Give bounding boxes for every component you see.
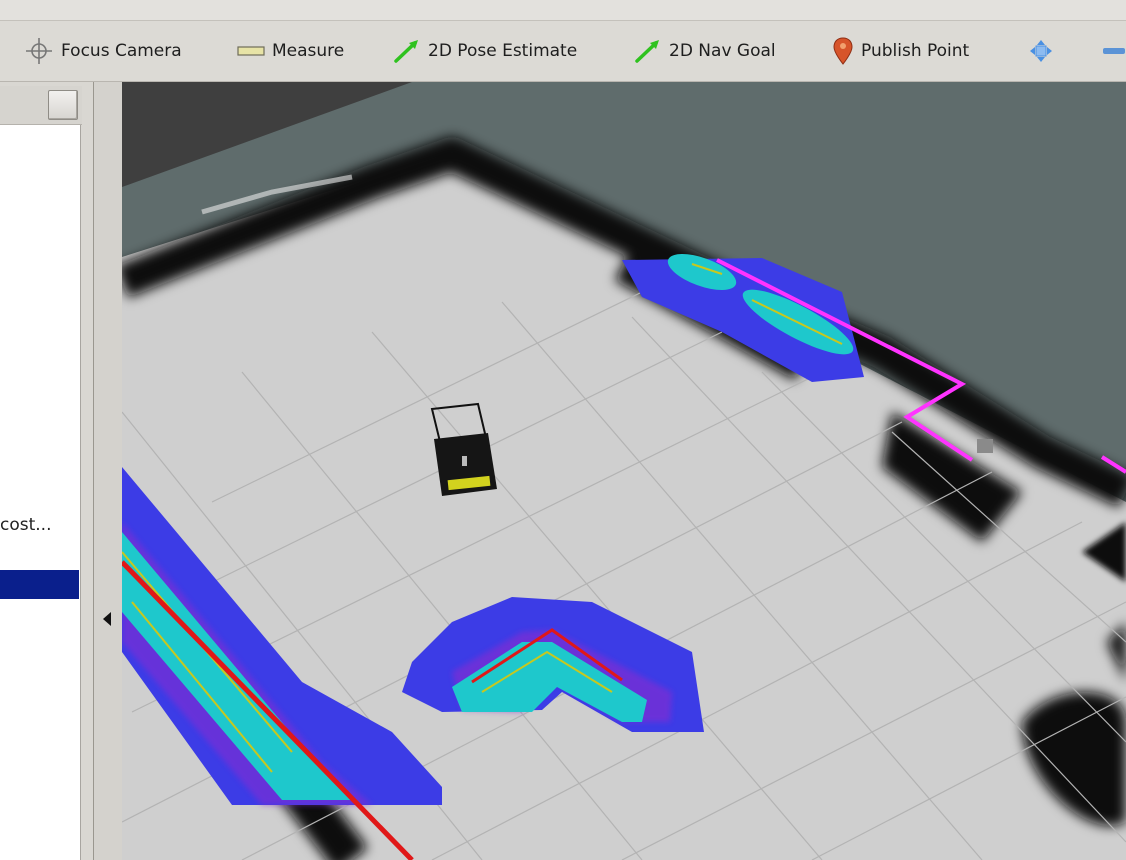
displays-tree[interactable]: cost...: [0, 125, 81, 860]
publish-point-label: Publish Point: [861, 41, 970, 61]
tree-item-selected[interactable]: [0, 570, 79, 599]
menu-bar-strip: [0, 0, 1126, 21]
green-arrow-icon: [394, 40, 418, 63]
ruler-icon: [237, 46, 265, 56]
displays-panel-header: [0, 86, 82, 125]
focus-camera-tool[interactable]: Focus Camera: [24, 37, 182, 65]
move-camera-icon: [1030, 40, 1052, 62]
measure-label: Measure: [272, 41, 345, 61]
nav-goal-label: 2D Nav Goal: [669, 41, 776, 61]
map-marker: [977, 439, 993, 453]
pose-estimate-tool[interactable]: 2D Pose Estimate: [393, 37, 577, 65]
tree-item-costmap[interactable]: cost...: [0, 515, 78, 543]
focus-camera-label: Focus Camera: [61, 41, 182, 61]
collapse-arrow-icon[interactable]: [103, 612, 111, 626]
pose-estimate-label: 2D Pose Estimate: [428, 41, 578, 61]
move-camera-tool[interactable]: [1028, 37, 1054, 65]
nav-goal-tool[interactable]: 2D Nav Goal: [634, 37, 776, 65]
tool-bar: Focus Camera Measure 2D Pose Estimate 2D…: [0, 21, 1126, 82]
3d-render-view[interactable]: [122, 82, 1126, 860]
displays-panel: cost...: [0, 82, 93, 860]
crosshair-icon: [26, 38, 52, 64]
map-pin-icon: [833, 37, 853, 65]
green-arrow-icon: [635, 40, 659, 63]
measure-tool[interactable]: Measure: [237, 37, 344, 65]
panel-splitter[interactable]: [93, 82, 123, 860]
minus-icon: [1103, 48, 1125, 54]
map-scene: [122, 82, 1126, 860]
panel-undock-button[interactable]: [48, 90, 78, 120]
publish-point-tool[interactable]: Publish Point: [832, 37, 969, 65]
minus-tool[interactable]: [1102, 37, 1126, 65]
